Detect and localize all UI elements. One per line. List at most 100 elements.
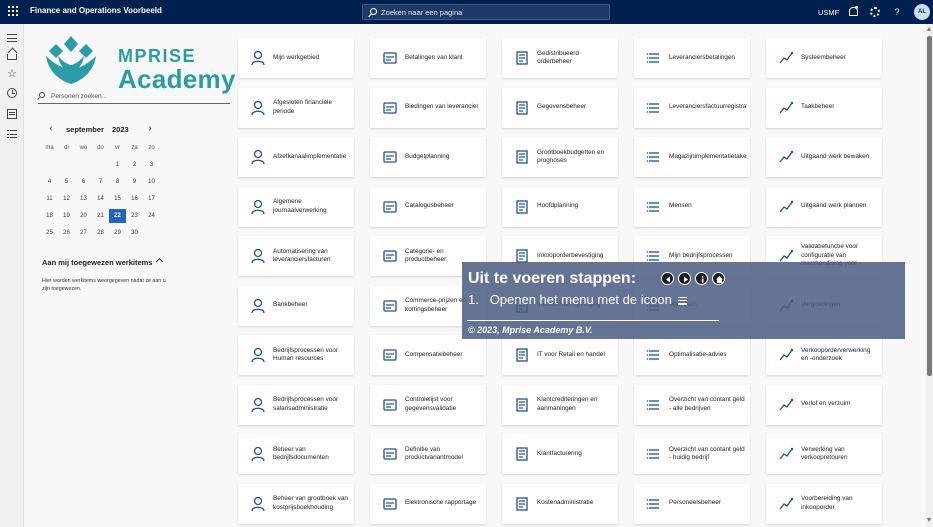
workspace-tile[interactable]: Beheer van grootboek van kostprijsboekho… [238,483,354,524]
workspace-tile[interactable]: Automatisering van leveranciersfacturen [238,236,354,276]
calendar-day[interactable]: 30 [126,226,143,240]
workspace-tile[interactable]: Mijn werkgebied [238,38,354,78]
workspace-tile[interactable]: Uitgaand werk bewaken [766,137,882,177]
workspace-tile[interactable]: Compensatiebeheer [370,335,486,375]
workspace-tile[interactable]: Kostenadministratie [502,483,618,524]
settings-gear-icon[interactable] [870,7,880,17]
scroll-up-icon[interactable] [927,27,931,31]
workspace-tile[interactable]: Taakbeheer [766,87,882,128]
app-launcher-icon[interactable] [8,6,20,18]
workspace-tile[interactable]: Bedrijfsprocessen voor salarisadministra… [238,384,354,425]
workspace-tile[interactable]: Uitgaand werk plannen [766,186,882,227]
forward-icon[interactable] [678,272,691,285]
workspace-tile[interactable]: IT voor Retail en handel [502,335,618,375]
workspace-tile[interactable]: Overzicht van contant geld - alle bedrij… [634,384,750,425]
favorites-star-icon[interactable]: ☆ [7,69,17,80]
company-picker[interactable]: USMF [818,8,839,17]
workspace-tile[interactable]: Gegevensbeheer [502,87,618,128]
help-icon[interactable]: ? [892,7,902,17]
workspace-tile[interactable]: Beheer van bedrijfsdocumenten [238,434,354,474]
calendar-day[interactable]: 24 [143,209,160,223]
workspace-tile[interactable]: Magazijnimplementatietaken [634,137,750,177]
workspace-tile[interactable]: Bankbeheer [238,285,354,326]
calendar-day[interactable]: 7 [92,175,109,189]
calendar-day[interactable]: 25 [41,226,58,240]
calendar-day[interactable]: 20 [75,209,92,223]
calendar-day[interactable]: 14 [92,192,109,206]
workspace-tile[interactable]: Klantfacturering [502,434,618,474]
user-avatar[interactable]: AL [914,4,930,20]
back-icon[interactable] [661,272,674,285]
calendar-day[interactable]: 13 [75,192,92,206]
calendar-day[interactable]: 27 [75,226,92,240]
people-search-input[interactable] [51,91,221,102]
calendar-day[interactable]: 23 [126,209,143,223]
calendar-day[interactable]: 6 [75,175,92,189]
page-search-box[interactable] [362,4,610,20]
workspace-tile[interactable]: Definitie van productvariantmodel [370,434,486,474]
calendar-day[interactable]: 8 [109,175,126,189]
workspaces-icon[interactable] [7,109,17,119]
calendar-day[interactable]: 12 [58,192,75,206]
scroll-down-icon[interactable] [927,518,931,522]
hamburger-menu-icon[interactable] [7,33,17,43]
workspace-tile[interactable]: Gedistribueerd orderbeheer [502,38,618,78]
workspace-tile[interactable]: Verlof en verzuim [766,384,882,425]
workspace-tile[interactable]: Systeembeheer [766,38,882,78]
notification-bell-icon[interactable] [848,6,858,17]
workspace-tile[interactable]: Hoofdplanning [502,186,618,227]
chevron-up-icon[interactable] [155,257,164,266]
modules-list-icon[interactable] [7,129,17,139]
calendar-day[interactable]: 3 [143,158,160,172]
calendar-day[interactable]: 11 [41,192,58,206]
calendar-day[interactable]: 17 [143,192,160,206]
calendar-day[interactable]: 29 [109,226,126,240]
calendar-day[interactable]: 5 [58,175,75,189]
workspace-tile[interactable]: Mensen [634,186,750,227]
workspace-tile[interactable]: Personeelsbeheer [634,483,750,524]
workspace-tile[interactable]: Verwerking van verkoopretouren [766,434,882,474]
calendar-day[interactable]: 15 [109,192,126,206]
calendar-day[interactable]: 1 [109,158,126,172]
workspace-tile[interactable]: Controlelijst voor gegevensvalidatie [370,384,486,425]
home-icon[interactable] [7,54,17,60]
workspace-tile[interactable]: Elektronische rapportage [370,483,486,524]
app-title[interactable]: Finance and Operations Voorbeeld [30,6,162,15]
workspace-tile[interactable]: Verkooporderverwerking en -onderzoek [766,335,882,375]
workspace-tile[interactable]: Afgesloten financiële periode [238,87,354,128]
calendar-day[interactable]: 4 [41,175,58,189]
calendar-day[interactable]: 26 [58,226,75,240]
workspace-tile[interactable]: Voorbereiding van inkooporder [766,483,882,524]
workspace-tile[interactable]: Grootboekbudgetten en prognoses [502,137,618,177]
home-icon[interactable] [712,272,725,285]
workspace-tile[interactable]: Budgetplanning [370,137,486,177]
workspace-tile[interactable]: Afzetkanaalimplementatie [238,137,354,177]
calendar-year-label[interactable]: 2023 [112,125,129,134]
calendar-day[interactable]: 2 [126,158,143,172]
calendar-day[interactable]: 18 [41,209,58,223]
workspace-tile[interactable]: Algemene journaalverwerking [238,186,354,227]
people-search-box[interactable] [38,90,230,104]
calendar-day[interactable]: 28 [92,226,109,240]
workspace-tile[interactable]: Klantcrediteringen en aanmaningen [502,384,618,425]
recent-clock-icon[interactable] [7,88,17,98]
workspace-tile[interactable]: Overzicht van contant geld - huidig bedr… [634,434,750,474]
workspace-tile[interactable]: Leveranciersbetalingen [634,38,750,78]
calendar-day[interactable]: 21 [92,209,109,223]
workspace-tile[interactable]: Bedrijfsprocessen voor Human resources [238,335,354,375]
calendar-next-month-icon[interactable]: › [146,124,154,135]
workspace-tile[interactable]: Leveranciersfactuurregistratie [634,87,750,128]
page-search-input[interactable] [381,7,601,18]
calendar-month-label[interactable]: september [66,125,104,134]
workspace-tile[interactable]: Biedingen van leverancier [370,87,486,128]
calendar-day[interactable]: 19 [58,209,75,223]
calendar-day[interactable]: 16 [126,192,143,206]
calendar-day[interactable]: 10 [143,175,160,189]
calendar-day[interactable]: 9 [126,175,143,189]
calendar-prev-month-icon[interactable]: ‹ [47,124,55,135]
vertical-scrollbar[interactable] [926,24,933,527]
workspace-tile[interactable]: Betalingen van klant [370,38,486,78]
assigned-work-items-heading[interactable]: Aan mij toegewezen werkitems [42,258,152,267]
workspace-tile[interactable]: Optimalisatie-advies [634,335,750,375]
calendar-day-selected[interactable]: 22 [109,209,126,223]
